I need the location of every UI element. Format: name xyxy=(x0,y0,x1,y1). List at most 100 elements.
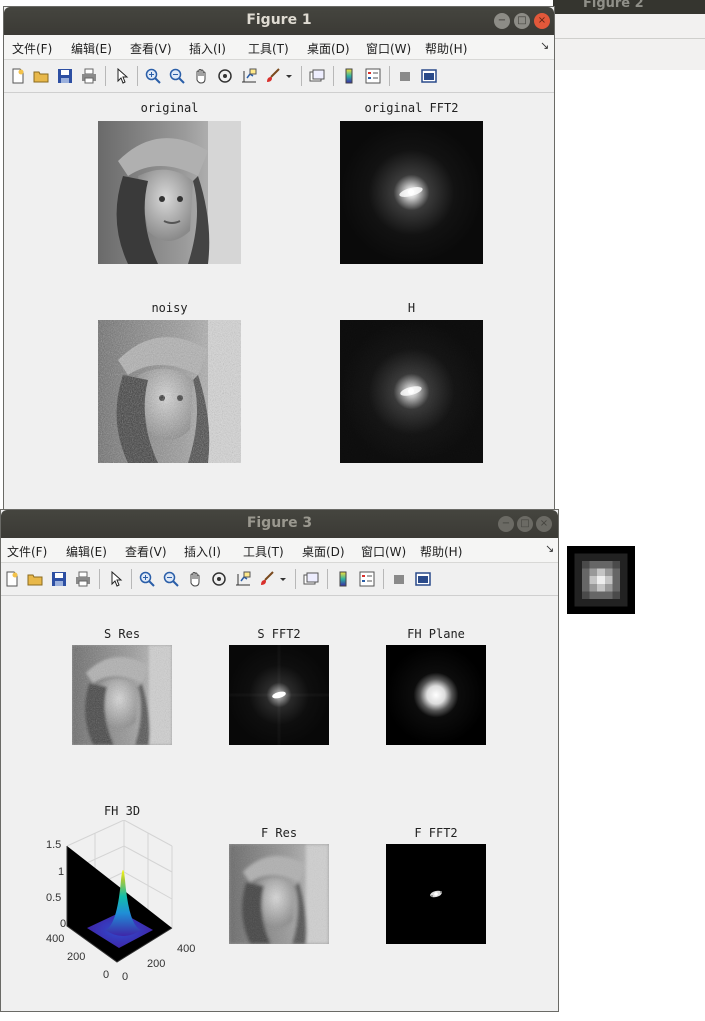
menu-view[interactable]: 查看(V) xyxy=(125,543,167,560)
axes-title: F FFT2 xyxy=(414,826,458,840)
print-icon[interactable] xyxy=(75,571,91,587)
zoom-in-icon[interactable] xyxy=(145,68,161,84)
menu-insert[interactable]: 插入(I) xyxy=(189,40,226,57)
data-cursor-icon[interactable] xyxy=(241,68,257,84)
menubar: 文件(F) 编辑(E) 查看(V) 插入(I) 工具(T) 桌面(D) 窗口(W… xyxy=(4,35,554,60)
menu-overflow-icon[interactable]: ↘ xyxy=(540,39,549,52)
hide-plot-tools-icon[interactable] xyxy=(391,571,407,587)
toolbar-separator xyxy=(383,569,384,589)
rotate-3d-icon[interactable] xyxy=(217,68,233,84)
figure3-titlebar[interactable]: Figure 3 − □ × xyxy=(1,510,558,538)
menubar: 文件(F) 编辑(E) 查看(V) 插入(I) 工具(T) 桌面(D) 窗口(W… xyxy=(1,538,558,563)
zoom-out-icon[interactable] xyxy=(163,571,179,587)
toolbar-separator xyxy=(327,569,328,589)
divider xyxy=(553,38,705,39)
pan-hand-icon[interactable] xyxy=(193,68,209,84)
pointer-icon[interactable] xyxy=(114,67,130,84)
toolbar-separator xyxy=(105,66,106,86)
z-tick: 0 xyxy=(60,918,67,930)
zoom-in-icon[interactable] xyxy=(139,571,155,587)
z-tick: 0.5 xyxy=(46,892,62,904)
menu-help[interactable]: 帮助(H) xyxy=(425,40,467,57)
close-button[interactable]: × xyxy=(536,516,552,532)
z-tick: 1 xyxy=(58,866,65,878)
toolbar xyxy=(1,563,558,596)
toolbar-separator xyxy=(301,66,302,86)
menu-help[interactable]: 帮助(H) xyxy=(420,543,462,560)
dropdown-arrow-icon[interactable] xyxy=(279,571,287,587)
print-icon[interactable] xyxy=(81,68,97,84)
menu-window[interactable]: 窗口(W) xyxy=(361,543,406,560)
data-cursor-icon[interactable] xyxy=(235,571,251,587)
dropdown-arrow-icon[interactable] xyxy=(285,68,293,84)
menu-insert[interactable]: 插入(I) xyxy=(184,543,221,560)
s-res-image[interactable] xyxy=(72,645,172,745)
brush-icon[interactable] xyxy=(259,571,275,587)
show-plot-tools-icon[interactable] xyxy=(415,571,431,587)
figure1-window[interactable]: Figure 1 − □ × 文件(F) 编辑(E) 查看(V) 插入(I) 工… xyxy=(3,6,555,511)
legend-icon[interactable] xyxy=(365,68,381,84)
new-figure-icon[interactable] xyxy=(10,68,26,84)
gaussian-kernel-image xyxy=(567,546,635,614)
menu-desktop[interactable]: 桌面(D) xyxy=(307,40,350,57)
toolbar-separator xyxy=(99,569,100,589)
save-icon[interactable] xyxy=(57,68,73,84)
minimize-button[interactable]: − xyxy=(498,516,514,532)
save-icon[interactable] xyxy=(51,571,67,587)
axes-title: H xyxy=(407,301,416,315)
toolbar-separator xyxy=(333,66,334,86)
legend-icon[interactable] xyxy=(359,571,375,587)
menu-tools[interactable]: 工具(T) xyxy=(243,543,284,560)
zoom-out-icon[interactable] xyxy=(169,68,185,84)
link-plot-icon[interactable] xyxy=(303,571,319,587)
toolbar-separator xyxy=(137,66,138,86)
axes-title: original xyxy=(140,101,199,115)
new-figure-icon[interactable] xyxy=(4,571,20,587)
axes-title: S Res xyxy=(103,627,141,641)
menu-edit[interactable]: 编辑(E) xyxy=(66,543,107,560)
window-title: Figure 1 xyxy=(246,12,312,28)
fh-3d-surface-plot[interactable] xyxy=(37,820,207,980)
menu-edit[interactable]: 编辑(E) xyxy=(71,40,112,57)
link-plot-icon[interactable] xyxy=(309,68,325,84)
figure3-window[interactable]: Figure 3 − □ × 文件(F) 编辑(E) 查看(V) 插入(I) 工… xyxy=(0,509,559,1012)
open-file-icon[interactable] xyxy=(27,571,43,587)
fft-spectrum-image[interactable] xyxy=(340,121,483,264)
noisy-image[interactable] xyxy=(98,320,241,463)
hide-plot-tools-icon[interactable] xyxy=(397,68,413,84)
colorbar-icon[interactable] xyxy=(335,571,351,587)
fh-plane-image[interactable] xyxy=(386,645,486,745)
menu-tools[interactable]: 工具(T) xyxy=(248,40,289,57)
f-fft2-image[interactable] xyxy=(386,844,486,944)
menu-file[interactable]: 文件(F) xyxy=(7,543,47,560)
colorbar-icon[interactable] xyxy=(341,68,357,84)
original-image[interactable] xyxy=(98,121,241,264)
brush-icon[interactable] xyxy=(265,68,281,84)
toolbar-separator xyxy=(295,569,296,589)
axes-title: FH Plane xyxy=(407,627,465,641)
menu-view[interactable]: 查看(V) xyxy=(130,40,172,57)
background-figure-window[interactable]: Figure 2 xyxy=(553,0,705,70)
f-res-image[interactable] xyxy=(229,844,329,944)
menu-window[interactable]: 窗口(W) xyxy=(366,40,411,57)
axes-title: original FFT2 xyxy=(364,101,459,115)
menu-overflow-icon[interactable]: ↘ xyxy=(545,542,554,555)
menu-file[interactable]: 文件(F) xyxy=(12,40,52,57)
rotate-3d-icon[interactable] xyxy=(211,571,227,587)
s-fft2-image[interactable] xyxy=(229,645,329,745)
toolbar-separator xyxy=(389,66,390,86)
toolbar xyxy=(4,60,554,93)
pan-hand-icon[interactable] xyxy=(187,571,203,587)
maximize-button[interactable]: □ xyxy=(517,516,533,532)
show-plot-tools-icon[interactable] xyxy=(421,68,437,84)
pointer-icon[interactable] xyxy=(108,570,124,587)
close-button[interactable]: × xyxy=(534,13,550,29)
figure1-titlebar[interactable]: Figure 1 − □ × xyxy=(4,7,554,35)
open-file-icon[interactable] xyxy=(33,68,49,84)
y-tick: 0 xyxy=(122,971,129,983)
x-tick: 400 xyxy=(46,933,65,945)
minimize-button[interactable]: − xyxy=(494,13,510,29)
noisy-spectrum-image[interactable] xyxy=(340,320,483,463)
maximize-button[interactable]: □ xyxy=(514,13,530,29)
menu-desktop[interactable]: 桌面(D) xyxy=(302,543,345,560)
